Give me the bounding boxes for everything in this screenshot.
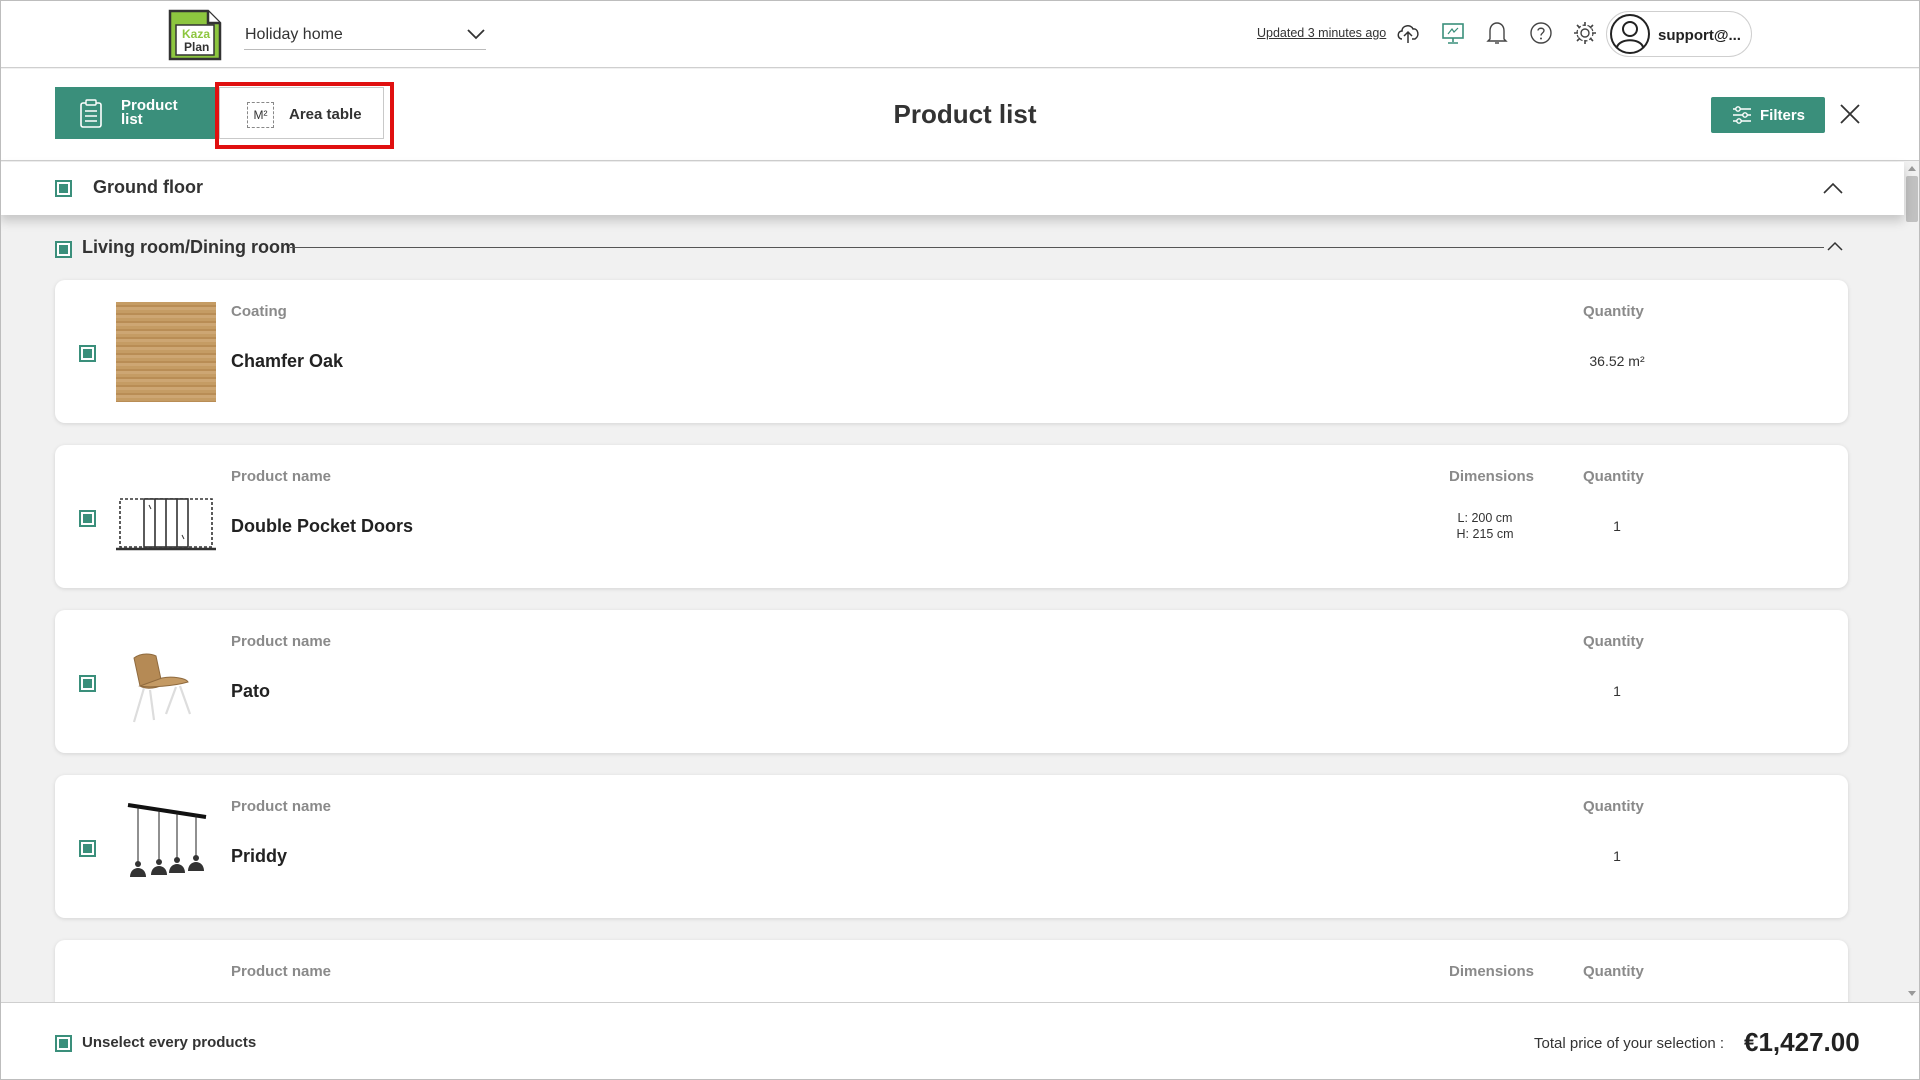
- room-checkbox[interactable]: [55, 241, 72, 258]
- project-name: Holiday home: [245, 26, 343, 43]
- gear-icon[interactable]: [1571, 19, 1599, 47]
- quantity-header: Quantity: [1583, 798, 1644, 815]
- total-price-label: Total price of your selection :: [1534, 1035, 1725, 1052]
- user-menu[interactable]: support@...: [1606, 11, 1752, 57]
- chevron-up-icon[interactable]: [1826, 238, 1844, 256]
- product-type-label: Product name: [231, 798, 332, 815]
- bell-icon[interactable]: [1483, 19, 1511, 47]
- product-name: Chamfer Oak: [231, 351, 344, 371]
- unselect-all-label[interactable]: Unselect every products: [82, 1034, 256, 1051]
- quantity-header: Quantity: [1583, 963, 1644, 980]
- product-checkbox[interactable]: [79, 510, 96, 527]
- floor-section-header[interactable]: Ground floor: [0, 162, 1904, 215]
- product-card: Product name Priddy Quantity 1: [55, 775, 1848, 918]
- cloud-upload-icon[interactable]: [1394, 19, 1422, 47]
- product-checkbox[interactable]: [79, 675, 96, 692]
- product-type-label: Coating: [231, 303, 287, 320]
- room-name: Living room/Dining room: [82, 237, 296, 257]
- double-pocket-doors-icon: [116, 467, 216, 567]
- dimensions-header: Dimensions: [1449, 963, 1535, 980]
- product-image-pendant-lamp: [116, 797, 216, 897]
- quantity-value: 36.52 m²: [1589, 353, 1645, 369]
- user-name: support@...: [1658, 27, 1741, 44]
- product-type-label: Product name: [231, 963, 332, 980]
- floor-checkbox[interactable]: [55, 180, 72, 197]
- selection-footer: Unselect every products Total price of y…: [0, 1002, 1920, 1080]
- quantity-value: 1: [1613, 848, 1621, 864]
- product-type-label: Product name: [231, 468, 332, 485]
- filters-button[interactable]: Filters: [1711, 97, 1825, 133]
- quantity-header: Quantity: [1583, 303, 1644, 320]
- area-table-highlight: [215, 82, 394, 149]
- monitor-icon[interactable]: [1439, 19, 1467, 47]
- quantity-value: 1: [1613, 518, 1621, 534]
- scroll-up-arrow[interactable]: [1908, 166, 1916, 171]
- quantity-value: 1: [1613, 683, 1621, 699]
- dimensions-header: Dimensions: [1449, 468, 1535, 485]
- help-icon[interactable]: [1527, 19, 1555, 47]
- room-divider: [290, 247, 1824, 248]
- total-price-value: €1,427.00: [1744, 1027, 1860, 1057]
- scroll-thumb[interactable]: [1906, 176, 1918, 222]
- filters-label: Filters: [1760, 107, 1806, 124]
- dimensions-value: L: 200 cm H: 215 cm: [1435, 510, 1535, 542]
- product-image-wood: [116, 302, 216, 402]
- product-card: Product name Pato Quantity 1: [55, 610, 1848, 753]
- product-card: Product name Double Pocket Doors Dimensi…: [55, 445, 1848, 588]
- top-bar: Kaza Plan Holiday home Updated 3 minutes…: [0, 0, 1920, 68]
- product-name: Pato: [231, 681, 271, 701]
- product-checkbox[interactable]: [79, 345, 96, 362]
- project-selector[interactable]: Holiday home: [244, 20, 486, 50]
- close-icon[interactable]: [1838, 102, 1862, 126]
- product-type-label: Product name: [231, 633, 332, 650]
- user-icon: [1610, 14, 1650, 54]
- product-card: Coating Chamfer Oak Quantity 36.52 m²: [55, 280, 1848, 423]
- logo-text-2: Plan: [184, 40, 210, 54]
- logo-text-1: Kaza: [182, 27, 211, 41]
- chevron-up-icon[interactable]: [1822, 178, 1844, 200]
- dimension-length: L: 200 cm: [1457, 511, 1513, 525]
- quantity-header: Quantity: [1583, 468, 1644, 485]
- kazaplan-logo[interactable]: Kaza Plan: [166, 7, 224, 63]
- chevron-down-icon: [466, 24, 486, 44]
- product-image-chair: [116, 632, 216, 732]
- updated-link[interactable]: Updated 3 minutes ago: [1257, 26, 1386, 40]
- unselect-all-checkbox[interactable]: [55, 1035, 72, 1052]
- dimension-height: H: 215 cm: [1456, 527, 1514, 541]
- floor-name: Ground floor: [93, 177, 203, 197]
- sliders-icon: [1732, 106, 1752, 129]
- scrollbar[interactable]: [1904, 162, 1920, 1002]
- scroll-down-arrow[interactable]: [1908, 991, 1916, 996]
- product-name: Priddy: [231, 846, 288, 866]
- product-name: Double Pocket Doors: [231, 516, 414, 536]
- quantity-header: Quantity: [1583, 633, 1644, 650]
- product-checkbox[interactable]: [79, 840, 96, 857]
